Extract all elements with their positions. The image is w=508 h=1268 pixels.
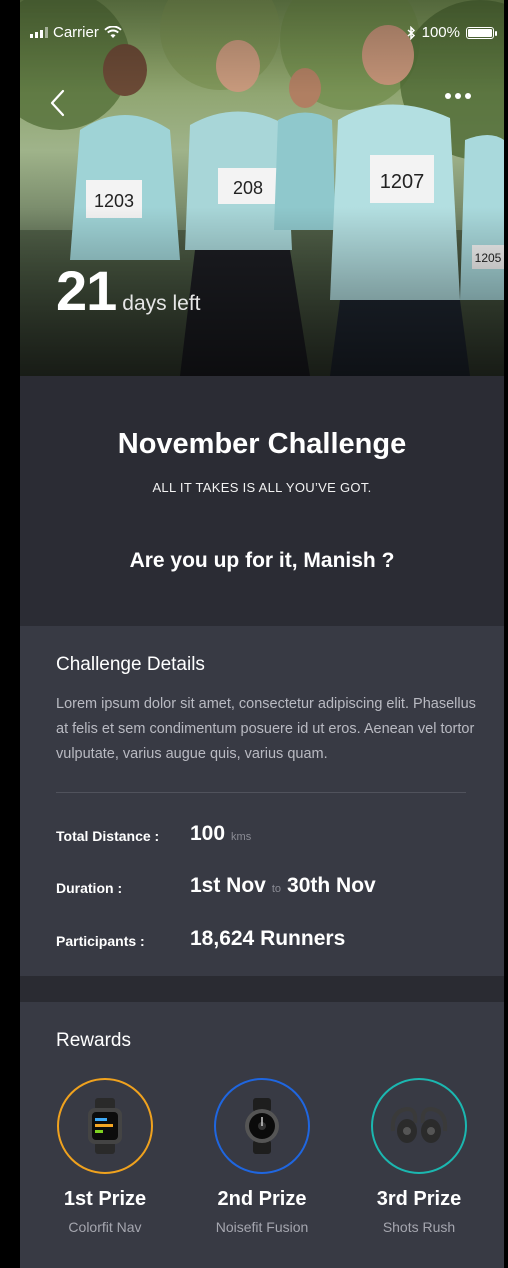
- earbuds-icon: [390, 1106, 448, 1143]
- prize-rank: 2nd Prize: [217, 1188, 307, 1210]
- back-button[interactable]: [48, 88, 68, 118]
- wifi-icon: [104, 26, 122, 38]
- battery-icon: [466, 26, 497, 39]
- distance-value: 100: [190, 822, 226, 845]
- hero-image: 1203 208 1207 1205 Carrier: [20, 0, 504, 376]
- total-distance-row: Total Distance : 100 kms: [56, 818, 476, 848]
- challenge-question: Are you up for it, Manish ?: [129, 549, 395, 572]
- prize-ring: [371, 1078, 467, 1174]
- prize-rank: 1st Prize: [63, 1188, 147, 1210]
- days-left-number: 21: [56, 259, 117, 322]
- participants-label: Participants :: [56, 933, 145, 949]
- prize-rank: 3rd Prize: [376, 1188, 462, 1210]
- smartwatch-icon: [88, 1098, 122, 1154]
- participants-row: Participants : 18,624 Runners: [56, 923, 476, 953]
- prize-second[interactable]: 2nd Prize Noisefit Fusion: [192, 1078, 332, 1235]
- challenge-title: November Challenge: [117, 428, 407, 460]
- carrier-label: Carrier: [53, 24, 99, 41]
- round-watch-icon: [245, 1098, 279, 1154]
- divider: [56, 792, 466, 793]
- more-button[interactable]: [440, 86, 476, 106]
- status-bar: Carrier 100%: [20, 22, 504, 44]
- distance-unit: kms: [231, 831, 252, 843]
- distance-label: Total Distance :: [56, 828, 160, 844]
- prize-first[interactable]: 1st Prize Colorfit Nav: [35, 1078, 175, 1235]
- prize-name: Shots Rush: [382, 1219, 456, 1235]
- rewards-section: Rewards 1st Prize Colorfit Nav 2nd Prize…: [20, 1002, 504, 1268]
- duration-start: 1st Nov: [190, 874, 266, 897]
- prize-third[interactable]: 3rd Prize Shots Rush: [349, 1078, 489, 1235]
- section-gap: [20, 976, 504, 1002]
- duration-row: Duration : 1st Nov to 30th Nov: [56, 870, 476, 900]
- duration-label: Duration :: [56, 880, 123, 896]
- days-left-label: days left: [122, 292, 201, 315]
- challenge-intro: November Challenge ALL IT TAKES IS ALL Y…: [20, 376, 504, 626]
- duration-end: 30th Nov: [287, 874, 376, 897]
- participants-value: 18,624 Runners: [190, 927, 346, 950]
- signal-icon: [30, 27, 48, 38]
- challenge-screen: 1203 208 1207 1205 Carrier: [20, 0, 504, 1268]
- challenge-details: Challenge Details Lorem ipsum dolor sit …: [20, 626, 504, 976]
- details-heading: Challenge Details: [56, 654, 205, 675]
- days-left: 21 days left: [56, 258, 201, 323]
- prize-name: Noisefit Fusion: [215, 1219, 309, 1235]
- chevron-left-icon: [50, 89, 65, 117]
- prize-name: Colorfit Nav: [68, 1219, 142, 1235]
- challenge-tagline: ALL IT TAKES IS ALL YOU’VE GOT.: [152, 480, 372, 495]
- rewards-heading: Rewards: [56, 1030, 131, 1051]
- prize-ring: [214, 1078, 310, 1174]
- prize-ring: [57, 1078, 153, 1174]
- details-description: Lorem ipsum dolor sit amet, consectetur …: [56, 696, 476, 762]
- duration-separator: to: [271, 883, 282, 895]
- more-dots-icon: [445, 93, 451, 99]
- battery-percent: 100%: [421, 24, 460, 41]
- bluetooth-icon: [407, 25, 415, 40]
